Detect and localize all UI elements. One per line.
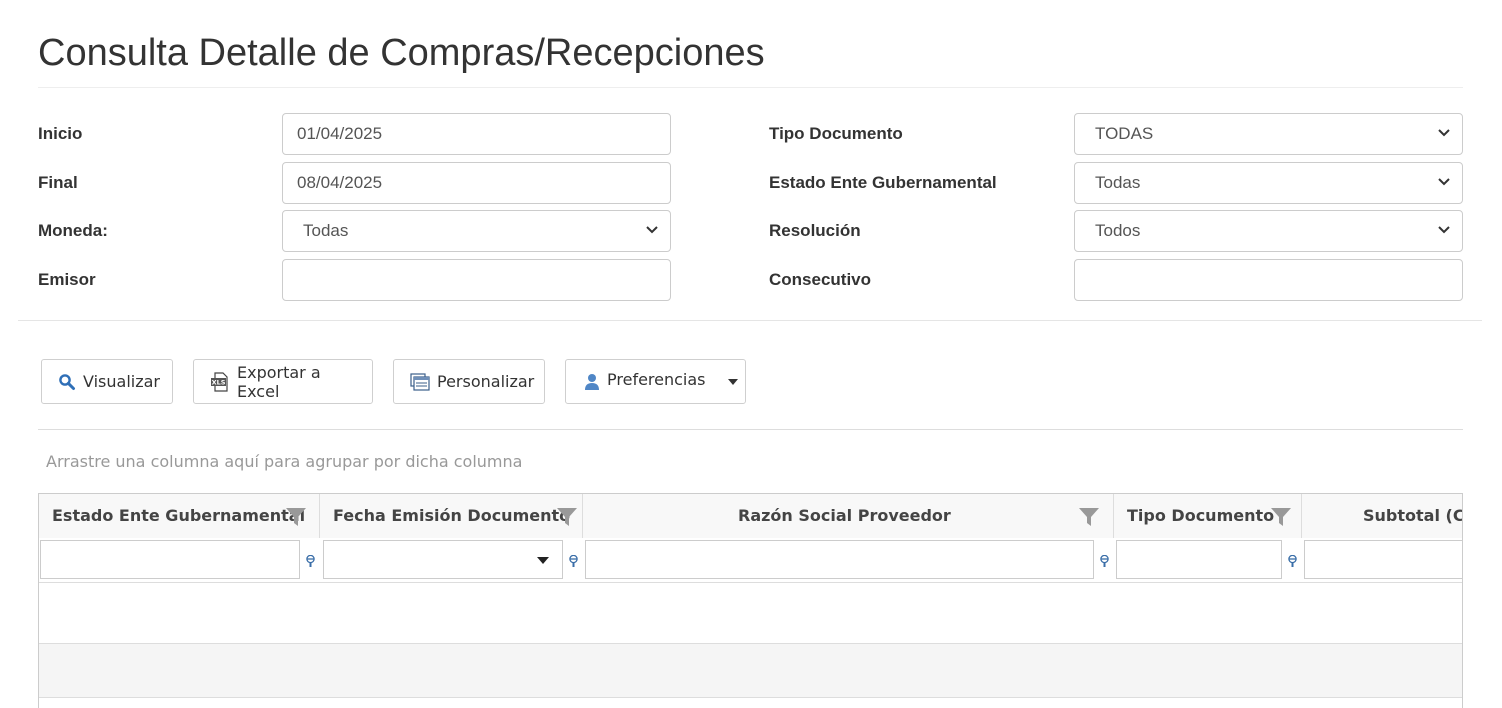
column-header-razon-social[interactable]: Razón Social Proveedor: [583, 494, 1114, 538]
chevron-down-icon: [646, 211, 658, 234]
chevron-down-icon: [1438, 163, 1450, 186]
final-value: 08/04/2025: [297, 173, 383, 192]
moneda-label: Moneda:: [38, 221, 108, 240]
column-header-label: Fecha Emisión Documento: [333, 506, 571, 525]
moneda-value: Todas: [303, 221, 349, 240]
exportar-label: Exportar a Excel: [237, 362, 321, 401]
final-date-input[interactable]: 08/04/2025: [282, 162, 671, 204]
chevron-down-icon: [1438, 114, 1450, 137]
final-label: Final: [38, 173, 78, 192]
filter-funnel-icon[interactable]: [1271, 508, 1291, 526]
chevron-down-icon: [1438, 211, 1450, 234]
resolucion-label: Resolución: [769, 221, 861, 240]
visualizar-button[interactable]: Visualizar: [41, 359, 173, 404]
tipo-documento-value: TODAS: [1095, 124, 1154, 143]
preferencias-label: Preferencias: [607, 370, 706, 389]
inicio-label: Inicio: [38, 124, 83, 143]
grid-filter-row: [39, 538, 1462, 583]
resolucion-value: Todos: [1095, 221, 1141, 240]
xls-icon-text: XLS: [212, 378, 226, 386]
filter-input-subtotal[interactable]: [1304, 540, 1462, 579]
estado-ente-select[interactable]: Todas: [1074, 162, 1463, 204]
filter-options-icon[interactable]: [1099, 555, 1110, 568]
estado-ente-label: Estado Ente Gubernamental: [769, 173, 997, 192]
inicio-value: 01/04/2025: [297, 124, 383, 143]
grid-header-row: Estado Ente Gubernamental Fecha Emisión …: [39, 494, 1462, 539]
filter-options-icon[interactable]: [1287, 555, 1298, 568]
page-title: Consulta Detalle de Compras/Recepciones: [38, 32, 765, 74]
table-row: [39, 644, 1462, 698]
column-header-label: Razón Social Proveedor: [738, 506, 951, 525]
inicio-date-input[interactable]: 01/04/2025: [282, 113, 671, 155]
filter-input-tipo-documento[interactable]: [1116, 540, 1282, 579]
estado-ente-value: Todas: [1095, 173, 1141, 192]
filter-date-fecha-emision[interactable]: [323, 540, 563, 579]
visualizar-label: Visualizar: [83, 372, 160, 391]
consecutivo-label: Consecutivo: [769, 270, 872, 289]
consecutivo-input[interactable]: [1074, 259, 1463, 301]
filter-input-estado-ente[interactable]: [40, 540, 300, 579]
filter-options-icon[interactable]: [305, 555, 316, 568]
tipo-documento-select[interactable]: TODAS: [1074, 113, 1463, 155]
emisor-label: Emisor: [38, 270, 96, 289]
excel-export-icon: XLS: [210, 371, 230, 392]
column-header-fecha-emision[interactable]: Fecha Emisión Documento: [320, 494, 583, 538]
grid-divider: [38, 429, 1463, 430]
resolucion-select[interactable]: Todos: [1074, 210, 1463, 252]
personalizar-label: Personalizar: [437, 372, 535, 391]
search-icon: [58, 373, 76, 391]
filter-options-icon[interactable]: [568, 555, 579, 568]
emisor-input[interactable]: [282, 259, 671, 301]
filter-input-razon-social[interactable]: [585, 540, 1094, 579]
filters-divider: [18, 320, 1482, 321]
caret-down-icon: [537, 557, 549, 564]
title-divider: [38, 87, 1463, 88]
column-header-tipo-documento[interactable]: Tipo Documento: [1114, 494, 1302, 538]
personalizar-button[interactable]: Personalizar: [393, 359, 545, 404]
data-grid: Estado Ente Gubernamental Fecha Emisión …: [38, 493, 1463, 708]
filter-funnel-icon[interactable]: [286, 508, 306, 526]
column-header-label: Subtotal (CR: [1363, 506, 1462, 525]
group-panel-hint: Arrastre una columna aquí para agrupar p…: [46, 452, 523, 471]
filter-funnel-icon[interactable]: [557, 508, 577, 526]
user-icon: [584, 373, 600, 391]
caret-down-icon: [727, 378, 738, 385]
columns-icon: [410, 372, 430, 391]
column-header-subtotal[interactable]: Subtotal (CR: [1302, 494, 1462, 538]
filter-funnel-icon[interactable]: [1079, 508, 1099, 526]
moneda-select[interactable]: Todas: [282, 210, 671, 252]
table-row: [39, 583, 1462, 644]
preferencias-dropdown-button[interactable]: Preferencias: [565, 359, 746, 404]
column-header-label: Estado Ente Gubernamental: [52, 506, 306, 525]
column-header-estado-ente[interactable]: Estado Ente Gubernamental: [39, 494, 320, 538]
column-header-label: Tipo Documento: [1127, 506, 1275, 525]
exportar-excel-button[interactable]: XLS Exportar a Excel: [193, 359, 373, 404]
tipo-documento-label: Tipo Documento: [769, 124, 903, 143]
